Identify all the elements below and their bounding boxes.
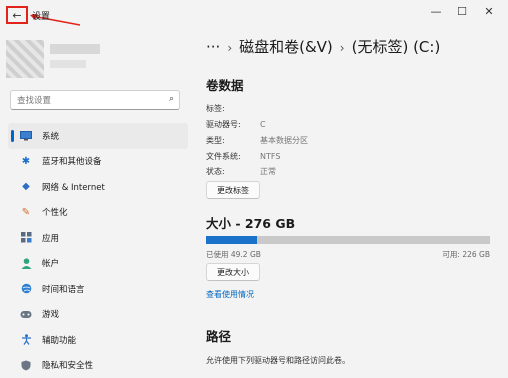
field-label: 标签: [206,103,260,117]
field-key: 文件系统: [206,151,260,162]
sidebar-item-system[interactable]: 系统 [8,123,188,149]
sidebar-item-label: 帐户 [42,257,59,269]
field-status: 状态:正常 [206,166,276,180]
sidebar-item-label: 系统 [42,130,59,142]
chevron-right-icon: › [227,41,232,55]
title-bar: ← 设置 — ☐ ✕ [0,0,508,28]
size-section-title: 大小 - 276 GB [206,213,295,232]
breadcrumb: ··· › 磁盘和卷(&V) › (无标签) (C:) [206,36,440,57]
path-description: 允许使用下列驱动器号和路径访问此卷。 [206,355,350,366]
search-box[interactable]: ⌕ [10,90,180,110]
sidebar-item-label: 蓝牙和其他设备 [42,155,102,167]
path-section-title: 路径 [206,326,231,345]
sidebar-item-label: 游戏 [42,308,59,320]
change-label-button[interactable]: 更改标签 [206,181,260,199]
used-space-label: 已使用 49.2 GB [206,249,261,260]
field-key: 标签: [206,103,260,114]
sidebar-item-network[interactable]: ◆ 网络 & Internet [8,174,188,200]
globe-icon [19,282,33,296]
back-arrow-icon: ← [12,9,21,22]
apps-icon [19,231,33,245]
shield-icon [19,358,33,372]
view-usage-link[interactable]: 查看使用情况 [206,289,254,300]
monitor-icon [19,129,33,143]
sidebar-item-bluetooth[interactable]: ✱ 蓝牙和其他设备 [8,149,188,175]
sidebar-item-personalization[interactable]: ✎ 个性化 [8,200,188,226]
search-input[interactable] [15,93,159,109]
brush-icon: ✎ [19,205,33,219]
sidebar-item-accounts[interactable]: 帐户 [8,251,188,277]
sidebar-item-label: 辅助功能 [42,334,76,346]
sidebar-item-privacy[interactable]: 隐私和安全性 [8,353,188,378]
field-drive-letter: 驱动器号:C [206,119,266,133]
sidebar-item-label: 隐私和安全性 [42,359,93,371]
sidebar-item-gaming[interactable]: 游戏 [8,302,188,328]
profile-email-blurred [50,60,86,68]
field-key: 驱动器号: [206,119,260,130]
field-value: C [260,120,266,129]
sidebar-item-label: 应用 [42,232,59,244]
sidebar-nav: 系统 ✱ 蓝牙和其他设备 ◆ 网络 & Internet ✎ 个性化 应用 帐户 [8,123,188,378]
field-filesystem: 文件系统:NTFS [206,151,280,165]
sidebar-item-accessibility[interactable]: 辅助功能 [8,327,188,353]
person-icon [19,256,33,270]
usage-bar-fill [206,236,257,244]
volume-section-title: 卷数据 [206,75,244,94]
maximize-button[interactable]: ☐ [452,5,472,18]
field-value: NTFS [260,152,280,161]
resize-button[interactable]: 更改大小 [206,263,260,281]
field-type: 类型:基本数据分区 [206,135,308,149]
minimize-button[interactable]: — [426,5,446,18]
wifi-icon: ◆ [19,180,33,194]
settings-window: ← 设置 — ☐ ✕ ⌕ 系统 ✱ 蓝牙和其他设备 ◆ [0,0,508,374]
sidebar-item-time-language[interactable]: 时间和语言 [8,276,188,302]
field-value: 正常 [260,167,276,176]
breadcrumb-current: (无标签) (C:) [352,38,441,56]
accessibility-icon [19,333,33,347]
sidebar-item-apps[interactable]: 应用 [8,225,188,251]
bluetooth-icon: ✱ [19,154,33,168]
sidebar-item-label: 网络 & Internet [42,181,105,193]
free-space-label: 可用: 226 GB [442,249,490,260]
gamepad-icon [19,307,33,321]
usage-bar [206,236,490,244]
profile-name-blurred [50,44,100,54]
avatar[interactable] [6,40,44,78]
chevron-right-icon: › [340,41,345,55]
sidebar-item-label: 时间和语言 [42,283,85,295]
app-title: 设置 [32,9,50,22]
close-button[interactable]: ✕ [479,5,499,18]
search-icon[interactable]: ⌕ [169,94,174,104]
breadcrumb-parent[interactable]: 磁盘和卷(&V) [239,38,333,56]
back-button[interactable]: ← [6,6,28,24]
field-key: 状态: [206,166,260,177]
sidebar-item-label: 个性化 [42,206,68,218]
selection-indicator [11,130,14,142]
breadcrumb-more-button[interactable]: ··· [206,38,220,56]
field-key: 类型: [206,135,260,146]
field-value: 基本数据分区 [260,136,308,145]
